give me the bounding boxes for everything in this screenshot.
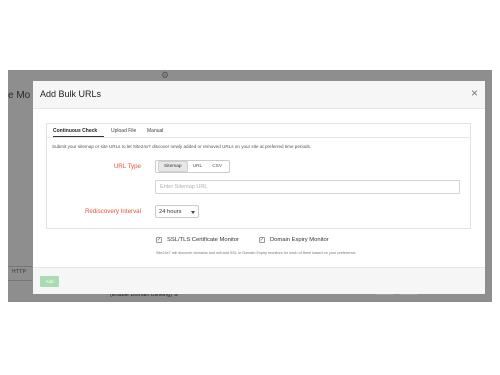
check-icon: ✓ [156, 236, 162, 243]
tab-bar: Continuous Check Upload File Manual [47, 124, 470, 138]
domain-expiry-monitor-label: Domain Expiry Monitor [270, 237, 329, 243]
ssl-tls-monitor-label: SSL/TLS Certificate Monitor [167, 237, 239, 243]
domain-expiry-monitor-checkbox[interactable]: ✓ Domain Expiry Monitor [259, 237, 329, 243]
rediscovery-interval-select[interactable]: 24 hours [155, 205, 199, 218]
close-icon[interactable]: × [471, 87, 478, 99]
add-bulk-urls-dialog: Add Bulk URLs × Continuous Check Upload … [33, 81, 485, 294]
tab-upload-file[interactable]: Upload File [111, 128, 136, 134]
background-divider [8, 266, 32, 267]
panel-description: Submit your sitemap or site URLs to let … [52, 144, 312, 149]
ssl-tls-monitor-checkbox[interactable]: ✓ SSL/TLS Certificate Monitor [156, 237, 239, 243]
url-type-option-csv[interactable]: CSV [207, 162, 227, 171]
url-type-option-sitemap[interactable]: Sitemap [158, 161, 188, 172]
rediscovery-interval-value: 24 hours [159, 209, 182, 215]
tab-manual[interactable]: Manual [147, 128, 163, 134]
background-http-label: HTTP [12, 269, 27, 275]
sitemap-url-input[interactable] [155, 180, 460, 194]
tab-continuous-check[interactable]: Continuous Check [53, 128, 97, 134]
url-type-label: URL Type [113, 163, 141, 170]
continuous-check-panel: Continuous Check Upload File Manual Subm… [46, 123, 471, 229]
chevron-down-icon [191, 211, 195, 214]
background-divider [8, 280, 32, 281]
rediscovery-interval-label: Rediscovery Interval [84, 208, 141, 215]
background-page-title: e Mo [8, 90, 31, 101]
active-tab-indicator [53, 136, 104, 137]
monitor-note: Site24x7 will discover domains and will … [156, 251, 357, 255]
dialog-footer: Add [33, 267, 485, 294]
dialog-header: Add Bulk URLs × [33, 81, 485, 109]
add-button[interactable]: Add [40, 276, 59, 287]
gear-icon: ⚙ [161, 70, 170, 80]
url-type-option-url[interactable]: URL [188, 162, 208, 171]
url-type-selector: Sitemap URL CSV [155, 160, 231, 173]
dialog-title: Add Bulk URLs [40, 89, 102, 99]
check-icon: ✓ [259, 236, 265, 243]
